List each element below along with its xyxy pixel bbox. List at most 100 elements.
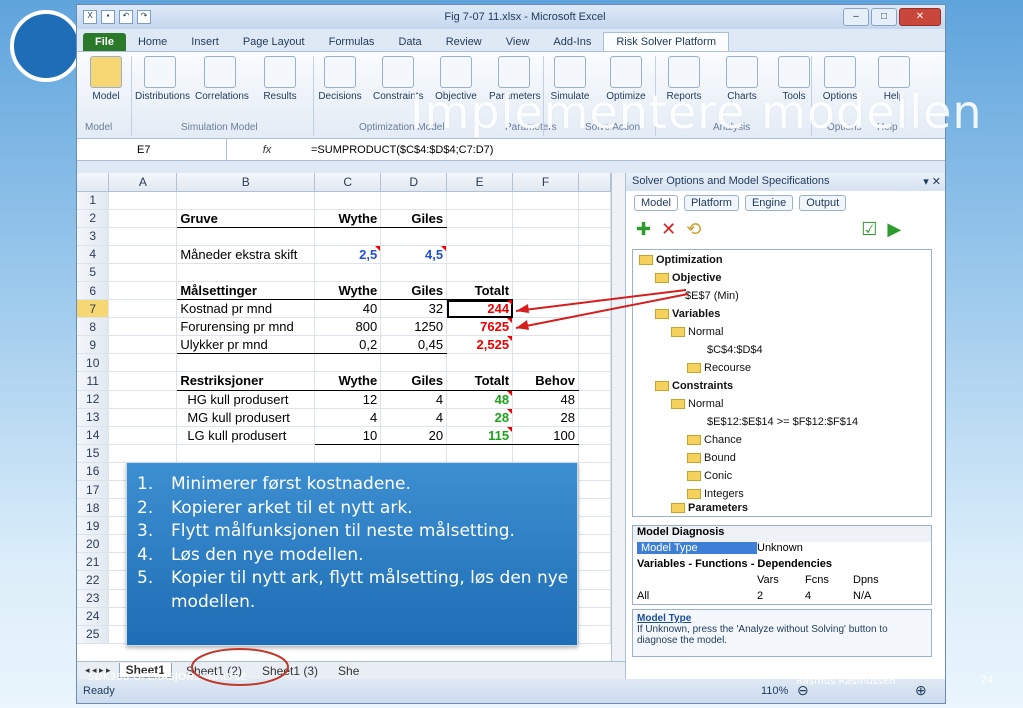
cell-d5[interactable]	[380, 263, 448, 282]
cell-e15[interactable]	[446, 444, 514, 463]
tree-parameters[interactable]: Parameters	[671, 502, 748, 514]
cell-d14[interactable]: 20	[380, 426, 448, 445]
tab-risk-solver-platform[interactable]: Risk Solver Platform	[603, 32, 729, 51]
cell-f14[interactable]: 100	[512, 426, 579, 445]
row-header[interactable]: 20	[77, 534, 110, 554]
formula-input[interactable]: =SUMPRODUCT($C$4:$D$4;C7:D7)	[307, 144, 945, 156]
cell-a8[interactable]	[108, 317, 178, 337]
sheet-tab-4[interactable]: She	[332, 664, 365, 678]
tree-integers[interactable]: Integers	[687, 488, 744, 500]
column-header-b[interactable]: B	[176, 173, 316, 192]
add-icon[interactable]: ✚	[636, 219, 651, 240]
cell-d7[interactable]: 32	[380, 299, 448, 319]
row-header[interactable]: 17	[77, 480, 110, 500]
vertical-scrollbar[interactable]	[611, 173, 625, 661]
cell-f12[interactable]: 48	[512, 390, 579, 409]
cell-f11[interactable]: Behov	[512, 371, 579, 391]
row-header[interactable]: 4	[77, 245, 110, 264]
cell-d13[interactable]: 4	[380, 408, 448, 427]
panel-tab-output[interactable]: Output	[799, 195, 847, 211]
tree-var-range[interactable]: $C$4:$D$4	[707, 344, 763, 356]
cell-b13[interactable]: MG kull produsert	[176, 408, 316, 427]
cell-b8[interactable]: Forurensing pr mnd	[176, 317, 316, 337]
fx-icon[interactable]: fx	[227, 144, 307, 156]
refresh-icon[interactable]: ⟲	[686, 219, 701, 240]
row-header[interactable]: 14	[77, 426, 110, 445]
cell-c12[interactable]: 12	[314, 390, 382, 409]
cell-d2[interactable]: Giles	[380, 209, 448, 228]
row-header[interactable]: 11	[77, 371, 110, 391]
tree-objective[interactable]: Objective	[655, 272, 722, 284]
tree-optimization[interactable]: Optimization	[639, 254, 723, 266]
tree-normal2[interactable]: Normal	[671, 398, 723, 410]
row-header[interactable]: 3	[77, 227, 110, 246]
cell-e11[interactable]: Totalt	[446, 371, 514, 391]
cell-b6[interactable]: Målsettinger	[176, 281, 316, 301]
column-header-a[interactable]: A	[108, 173, 178, 192]
cell-d9[interactable]: 0,45	[380, 335, 448, 355]
cell-b1[interactable]	[176, 191, 316, 210]
redo-icon[interactable]: ↷	[137, 10, 151, 24]
corner-cell[interactable]	[77, 173, 110, 192]
cell-f8[interactable]	[512, 317, 579, 337]
close-button[interactable]: ✕	[899, 8, 941, 26]
cell-e2[interactable]	[446, 209, 514, 228]
cell-a7[interactable]	[108, 299, 178, 319]
cell-b12[interactable]: HG kull produsert	[176, 390, 316, 409]
tree-bound[interactable]: Bound	[687, 452, 736, 464]
cell-e10[interactable]	[446, 353, 514, 373]
tree-conic[interactable]: Conic	[687, 470, 732, 482]
cell-d4[interactable]: 4,5	[380, 245, 448, 264]
cell-f10[interactable]	[512, 353, 579, 373]
cell-c13[interactable]: 4	[314, 408, 382, 427]
undo-icon[interactable]: ↶	[119, 10, 133, 24]
cell-b2[interactable]: Gruve	[176, 209, 316, 228]
cell-c15[interactable]	[314, 444, 382, 463]
cell-c4[interactable]: 2,5	[314, 245, 382, 264]
cell-e3[interactable]	[446, 227, 514, 246]
maximize-button[interactable]: □	[871, 8, 897, 26]
tab-file[interactable]: File	[83, 33, 126, 51]
check-icon[interactable]: ☑	[861, 219, 877, 240]
cell-f5[interactable]	[512, 263, 579, 282]
row-header[interactable]: 24	[77, 607, 110, 626]
cell-b4[interactable]: Måneder ekstra skift	[176, 245, 316, 264]
cell-c9[interactable]: 0,2	[314, 335, 382, 355]
cell-a5[interactable]	[108, 263, 178, 282]
decisions-button[interactable]: Decisions	[315, 56, 365, 102]
model-button[interactable]: Model	[81, 56, 131, 102]
row-header[interactable]: 2	[77, 209, 110, 228]
panel-tab-engine[interactable]: Engine	[744, 195, 794, 211]
cell-a6[interactable]	[108, 281, 178, 301]
cell-c10[interactable]	[314, 353, 382, 373]
cell-b10[interactable]	[176, 353, 316, 373]
cell-a10[interactable]	[108, 353, 178, 373]
row-header[interactable]: 21	[77, 552, 110, 572]
row-header[interactable]: 23	[77, 589, 110, 608]
tree-normal[interactable]: Normal	[671, 326, 723, 338]
save-icon[interactable]: ▪	[101, 10, 115, 24]
name-box[interactable]: E7	[77, 139, 227, 160]
row-header[interactable]: 22	[77, 570, 110, 590]
tab-data[interactable]: Data	[386, 33, 433, 51]
tree-constraint[interactable]: $E$12:$E$14 >= $F$12:$F$14	[707, 416, 858, 428]
cell-c2[interactable]: Wythe	[314, 209, 382, 228]
cell-a12[interactable]	[108, 390, 178, 409]
cell-a11[interactable]	[108, 371, 178, 391]
row-header[interactable]: 1	[77, 191, 110, 210]
cell-a9[interactable]	[108, 335, 178, 355]
row-header[interactable]: 10	[77, 353, 110, 373]
cell-e5[interactable]	[446, 263, 514, 282]
cell-d8[interactable]: 1250	[380, 317, 448, 337]
cell-a14[interactable]	[108, 426, 178, 445]
cell-c3[interactable]	[314, 227, 382, 246]
cell-d11[interactable]: Giles	[380, 371, 448, 391]
cell-c11[interactable]: Wythe	[314, 371, 382, 391]
cell-e8[interactable]: 7625	[446, 317, 514, 337]
tree-variables[interactable]: Variables	[655, 308, 720, 320]
tab-insert[interactable]: Insert	[179, 33, 231, 51]
row-header[interactable]: 16	[77, 462, 110, 482]
cell-d12[interactable]: 4	[380, 390, 448, 409]
cell-d1[interactable]	[380, 191, 448, 210]
cell-f15[interactable]	[512, 444, 579, 463]
